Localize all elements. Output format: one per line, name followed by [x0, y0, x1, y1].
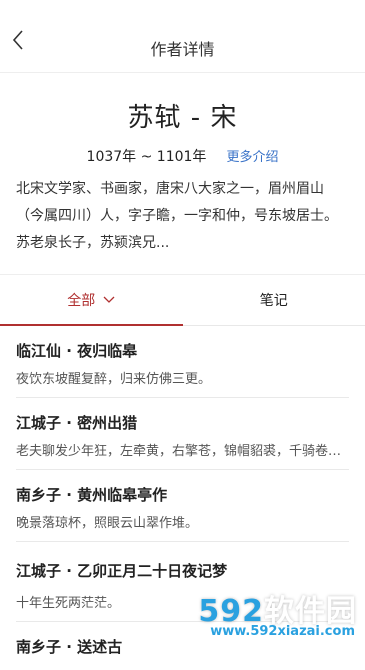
poem-title: 南乡子 · 黄州临皋亭作: [16, 482, 349, 508]
author-section: 苏轼 - 宋 1037年 ~ 1101年 更多介绍 北宋文学家、书画家，唐宋八大…: [0, 97, 365, 257]
tab-all[interactable]: 全部: [0, 275, 183, 325]
poem-excerpt: 十年生死两茫茫。: [16, 592, 349, 611]
poem-item[interactable]: 临江仙 · 夜归临皋 夜饮东坡醒复醉，归来仿佛三更。: [16, 326, 349, 398]
poem-item[interactable]: 江城子 · 乙卯正月二十日夜记梦 十年生死两茫茫。: [16, 542, 349, 622]
poem-list: 临江仙 · 夜归临皋 夜饮东坡醒复醉，归来仿佛三更。 江城子 · 密州出猎 老夫…: [0, 326, 365, 670]
poem-excerpt: 晚景落琼杯，照眼云山翠作堆。: [16, 512, 349, 531]
poem-excerpt: 夜饮东坡醒复醉，归来仿佛三更。: [16, 368, 349, 387]
poem-title: 临江仙 · 夜归临皋: [16, 338, 349, 364]
author-meta: 1037年 ~ 1101年 更多介绍: [16, 146, 349, 166]
poem-title: 江城子 · 密州出猎: [16, 410, 349, 436]
tab-notes[interactable]: 笔记: [183, 275, 365, 325]
nav-bar: 作者详情: [0, 0, 365, 73]
tab-notes-label: 笔记: [260, 290, 288, 310]
poem-title: 南乡子 · 送述古: [16, 634, 349, 660]
poem-item[interactable]: 江城子 · 密州出猎 老夫聊发少年狂，左牵黄，右擎苍，锦帽貂裘，千骑卷平冈。: [16, 398, 349, 470]
poem-item[interactable]: 南乡子 · 黄州临皋亭作 晚景落琼杯，照眼云山翠作堆。: [16, 470, 349, 542]
poem-item[interactable]: 南乡子 · 送述古: [16, 622, 349, 670]
author-years: 1037年 ~ 1101年: [87, 146, 207, 166]
tab-bar: 全部 笔记: [0, 275, 365, 326]
poem-title: 江城子 · 乙卯正月二十日夜记梦: [16, 554, 349, 588]
page-title: 作者详情: [0, 36, 365, 60]
more-intro-link[interactable]: 更多介绍: [226, 146, 278, 165]
poem-excerpt: 老夫聊发少年狂，左牵黄，右擎苍，锦帽貂裘，千骑卷平冈。: [16, 440, 349, 459]
chevron-down-icon: [103, 292, 115, 308]
tab-all-label: 全部: [67, 290, 95, 310]
active-tab-indicator: [0, 324, 183, 326]
author-name: 苏轼 - 宋: [16, 97, 349, 134]
author-bio: 北宋文学家、书画家，唐宋八大家之一，眉州眉山（今属四川）人，字子瞻，一字和仲，号…: [16, 176, 349, 257]
